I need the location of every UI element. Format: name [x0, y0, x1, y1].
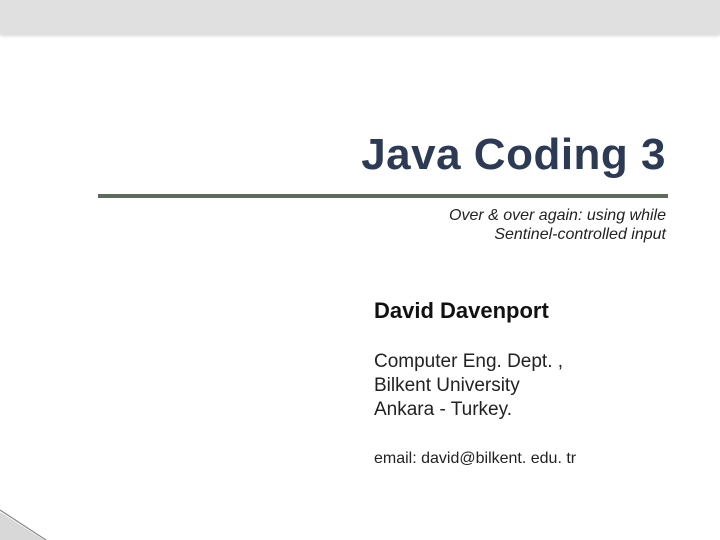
affil-line-3: Ankara - Turkey. — [374, 398, 563, 422]
title-underline — [98, 194, 668, 198]
email-line: email: david@bilkent. edu. tr — [374, 450, 576, 468]
subtitle-line-1: Over & over again: using while — [449, 206, 666, 225]
corner-notch — [0, 512, 44, 540]
affiliation: Computer Eng. Dept. , Bilkent University… — [374, 350, 563, 421]
affil-line-2: Bilkent University — [374, 374, 563, 398]
subtitle: Over & over again: using while Sentinel-… — [449, 206, 666, 244]
author-name: David Davenport — [374, 298, 549, 324]
slide-title: Java Coding 3 — [361, 130, 666, 180]
top-bar — [0, 0, 720, 34]
subtitle-line-2: Sentinel-controlled input — [449, 225, 666, 244]
affil-line-1: Computer Eng. Dept. , — [374, 350, 563, 374]
